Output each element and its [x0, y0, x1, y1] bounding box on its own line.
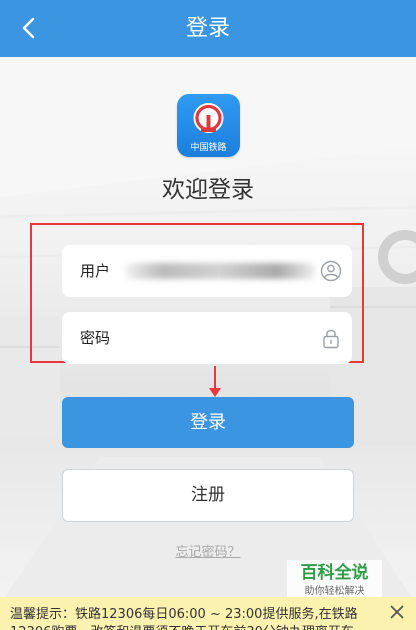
login-button[interactable]: 登录 — [62, 397, 354, 448]
china-railway-logo — [193, 103, 224, 133]
username-field[interactable]: 用户 — [62, 245, 352, 297]
lock-icon[interactable] — [320, 327, 342, 349]
register-button[interactable]: 注册 — [62, 469, 354, 522]
notice-text-line2: 12306购票，改签和退票须不晚于开车前30分钟办理离开车 — [10, 621, 354, 630]
logo-caption: 中国铁路 — [190, 143, 227, 153]
welcome-heading: 欢迎登录 — [162, 177, 254, 203]
page-title: 登录 — [185, 16, 230, 41]
forgot-password-link[interactable]: 忘记密码？ — [0, 541, 416, 560]
username-obscured-value — [124, 263, 316, 279]
notice-text-line1: 温馨提示：铁路12306每日06:00 ~ 23:00提供服务,在铁路 — [10, 607, 358, 622]
app-header: 登录 — [0, 0, 416, 57]
password-field[interactable]: 密码 — [62, 312, 352, 364]
watermark-title: 百科全说 — [300, 563, 369, 583]
password-label: 密码 — [80, 329, 111, 347]
notice-banner: 温馨提示：铁路12306每日06:00 ~ 23:00提供服务,在铁路 1230… — [0, 597, 416, 630]
password-input[interactable] — [118, 322, 322, 356]
arrow-down-icon — [209, 366, 221, 397]
app-logo: 中国铁路 — [177, 94, 240, 157]
username-label: 用户 — [80, 262, 111, 280]
close-icon[interactable] — [388, 603, 406, 621]
user-circle-icon[interactable] — [320, 260, 342, 282]
